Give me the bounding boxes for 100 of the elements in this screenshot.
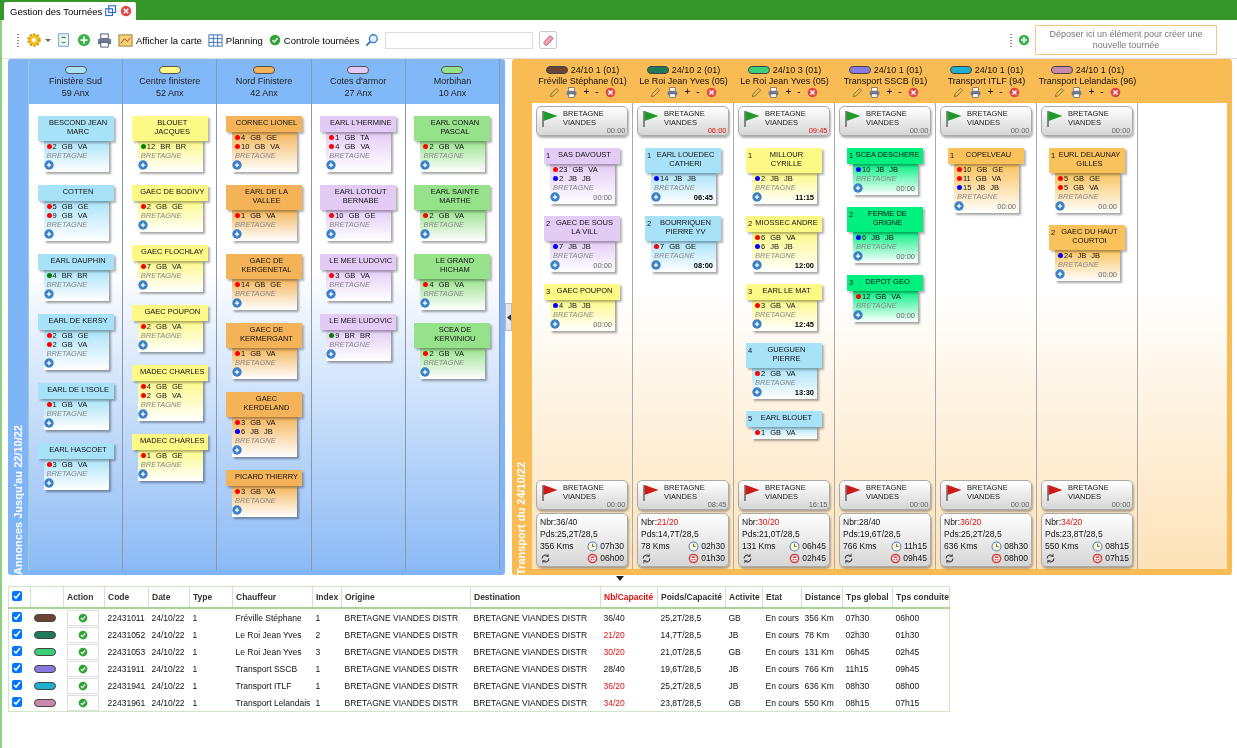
printer-icon[interactable]: [970, 86, 982, 98]
validate-button[interactable]: [66, 626, 99, 643]
cycle-icon[interactable]: [540, 552, 551, 564]
cycle-icon[interactable]: [843, 552, 854, 564]
add-icon[interactable]: [420, 229, 431, 239]
tab[interactable]: Gestion des Tournées: [4, 2, 137, 20]
add-icon[interactable]: [853, 251, 863, 261]
add-stop-button[interactable]: +: [583, 87, 590, 97]
remove-stop-button[interactable]: -: [1100, 87, 1104, 97]
printer-icon[interactable]: [768, 86, 780, 98]
remove-stop-button[interactable]: -: [595, 87, 599, 97]
row-checkbox[interactable]: [12, 662, 22, 673]
add-icon[interactable]: [1055, 269, 1065, 279]
map-button[interactable]: Afficher la carte: [118, 32, 202, 48]
add-icon[interactable]: [77, 33, 91, 47]
pencil-icon[interactable]: [1054, 86, 1066, 98]
close-icon[interactable]: [604, 86, 616, 98]
add-icon[interactable]: [752, 319, 762, 329]
add-icon[interactable]: [853, 183, 863, 193]
add-icon[interactable]: [137, 280, 148, 290]
add-icon[interactable]: [550, 319, 560, 329]
add-icon[interactable]: [326, 229, 337, 239]
row-checkbox[interactable]: [12, 679, 22, 690]
add-icon[interactable]: [232, 505, 242, 515]
collapse-arrow-icon[interactable]: [615, 576, 624, 581]
add-icon[interactable]: [137, 340, 148, 350]
add-icon[interactable]: [550, 192, 560, 202]
close-icon[interactable]: [806, 86, 818, 98]
add-icon[interactable]: [1055, 201, 1065, 211]
add-icon[interactable]: [853, 310, 863, 320]
add-stop-button[interactable]: +: [987, 87, 994, 97]
add-icon[interactable]: [137, 160, 148, 170]
column-header[interactable]: Destination: [470, 586, 601, 608]
printer-icon[interactable]: [1071, 86, 1083, 98]
add-stop-button[interactable]: +: [1088, 87, 1095, 97]
pencil-icon[interactable]: [852, 86, 864, 98]
add-icon[interactable]: [752, 192, 762, 202]
cycle-icon[interactable]: [1045, 552, 1056, 564]
refresh-icon[interactable]: [57, 33, 71, 47]
row-checkbox[interactable]: [12, 645, 22, 656]
add-icon[interactable]: [137, 409, 148, 419]
add-icon[interactable]: [232, 160, 242, 170]
validate-button[interactable]: [66, 609, 99, 626]
column-header[interactable]: Poids/Capacité: [657, 586, 726, 608]
add-icon[interactable]: [326, 160, 337, 170]
add-icon[interactable]: [651, 260, 661, 270]
add-icon[interactable]: [752, 260, 762, 270]
column-header[interactable]: Distance: [801, 586, 843, 608]
add-icon[interactable]: [752, 387, 762, 397]
add-icon[interactable]: [550, 260, 560, 270]
row-checkbox[interactable]: [12, 611, 22, 622]
add-icon[interactable]: [232, 445, 242, 455]
add-icon[interactable]: [137, 469, 148, 479]
add-icon[interactable]: [43, 358, 54, 368]
printer-icon[interactable]: [667, 86, 679, 98]
add-stop-button[interactable]: +: [886, 87, 893, 97]
printer-icon[interactable]: [566, 86, 578, 98]
remove-stop-button[interactable]: -: [797, 87, 801, 97]
add-icon[interactable]: [420, 160, 431, 170]
add-stop-button[interactable]: +: [785, 87, 792, 97]
remove-stop-button[interactable]: -: [898, 87, 902, 97]
add-icon[interactable]: [43, 418, 54, 428]
add-icon[interactable]: [43, 229, 54, 239]
settings-button[interactable]: [26, 32, 51, 48]
column-header[interactable]: Tps conduite: [892, 586, 950, 608]
search-field[interactable]: [385, 31, 534, 49]
add-icon[interactable]: [420, 367, 431, 377]
add-icon[interactable]: [326, 289, 337, 299]
column-header[interactable]: Chauffeur: [232, 586, 313, 608]
add-icon[interactable]: [137, 220, 148, 230]
pencil-icon[interactable]: [953, 86, 965, 98]
add-icon[interactable]: [43, 478, 54, 488]
close-icon[interactable]: [1008, 86, 1020, 98]
close-icon[interactable]: [907, 86, 919, 98]
column-header[interactable]: Index: [312, 586, 342, 608]
add-icon[interactable]: [1018, 34, 1030, 46]
splitter-handle[interactable]: [505, 303, 512, 331]
column-header[interactable]: Nb/Capacité: [600, 586, 658, 608]
remove-stop-button[interactable]: -: [999, 87, 1003, 97]
cycle-icon[interactable]: [944, 552, 955, 564]
add-icon[interactable]: [232, 298, 242, 308]
printer-icon[interactable]: [869, 86, 881, 98]
column-header[interactable]: Type: [189, 586, 233, 608]
add-icon[interactable]: [651, 192, 661, 202]
validate-button[interactable]: [66, 694, 99, 711]
validate-button[interactable]: [66, 643, 99, 660]
control-button[interactable]: Controle tournées: [268, 34, 360, 46]
cycle-icon[interactable]: [742, 552, 753, 564]
select-all-checkbox[interactable]: [12, 591, 22, 601]
planning-button[interactable]: Planning: [207, 32, 263, 48]
column-header[interactable]: Date: [148, 586, 190, 608]
pencil-icon[interactable]: [751, 86, 763, 98]
add-icon[interactable]: [420, 298, 431, 308]
column-header[interactable]: Tps global: [842, 586, 893, 608]
remove-stop-button[interactable]: -: [696, 87, 700, 97]
add-icon[interactable]: [43, 289, 54, 299]
pencil-icon[interactable]: [650, 86, 662, 98]
column-header[interactable]: Action: [63, 586, 105, 608]
row-checkbox[interactable]: [12, 696, 22, 707]
printer-icon[interactable]: [97, 32, 112, 48]
